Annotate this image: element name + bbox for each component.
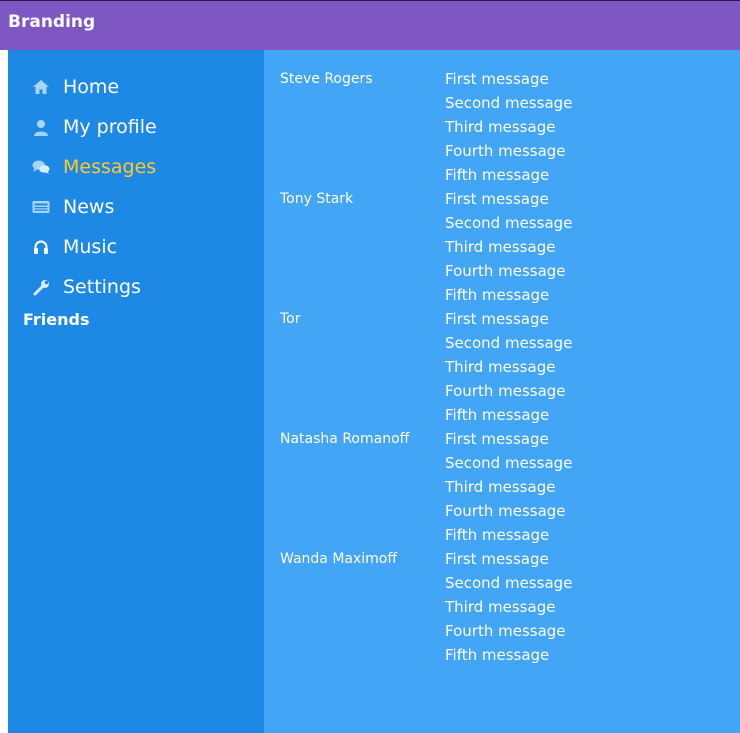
message-item: Third message bbox=[445, 238, 556, 256]
dialog-item[interactable]: Wanda Maximoff bbox=[280, 547, 440, 667]
message-item: Fourth message bbox=[445, 262, 566, 280]
message-item: Second message bbox=[445, 454, 573, 472]
message-item: Second message bbox=[445, 334, 573, 352]
message-item: Fourth message bbox=[445, 502, 566, 520]
message-item: First message bbox=[445, 70, 549, 88]
dialog-item[interactable]: Natasha Romanoff bbox=[280, 427, 440, 547]
message-item: Third message bbox=[445, 358, 556, 376]
brand-title: Branding bbox=[8, 12, 96, 32]
newspaper-icon bbox=[32, 198, 50, 216]
message-item: Fifth message bbox=[445, 526, 550, 544]
message-item: Fourth message bbox=[445, 142, 566, 160]
headphones-icon bbox=[32, 238, 50, 256]
dialog-item[interactable]: Tor bbox=[280, 307, 440, 427]
message-item: Fifth message bbox=[445, 286, 550, 304]
dialogs-list: Steve Rogers Tony Stark Tor Natasha Roma… bbox=[280, 67, 440, 667]
sidebar-item-news[interactable]: News bbox=[8, 187, 264, 227]
dialog-item[interactable]: Steve Rogers bbox=[280, 67, 440, 187]
main-content: Steve Rogers Tony Stark Tor Natasha Roma… bbox=[264, 50, 740, 733]
message-item: Second message bbox=[445, 214, 573, 232]
sidebar-item-my-profile[interactable]: My profile bbox=[8, 107, 264, 147]
sidebar-item-home[interactable]: Home bbox=[8, 67, 264, 107]
sidebar-item-music[interactable]: Music bbox=[8, 227, 264, 267]
sidebar: Home My profile Messages News Music Sett… bbox=[8, 50, 264, 733]
message-item: Second message bbox=[445, 574, 573, 592]
sidebar-item-messages[interactable]: Messages bbox=[8, 147, 264, 187]
messages-list: First message Second message Third messa… bbox=[445, 67, 572, 667]
chat-icon bbox=[32, 158, 50, 176]
message-item: Second message bbox=[445, 94, 573, 112]
message-item: First message bbox=[445, 550, 549, 568]
message-item: Fifth message bbox=[445, 166, 550, 184]
app-root: Branding Home My profile Messages News M… bbox=[0, 0, 740, 733]
message-item: Fourth message bbox=[445, 382, 566, 400]
message-item: Third message bbox=[445, 118, 556, 136]
dialog-item[interactable]: Tony Stark bbox=[280, 187, 440, 307]
sidebar-item-label: My profile bbox=[63, 116, 157, 138]
message-item: Fourth message bbox=[445, 622, 566, 640]
sidebar-item-label: News bbox=[63, 196, 115, 218]
message-item: First message bbox=[445, 310, 549, 328]
message-item: Third message bbox=[445, 478, 556, 496]
friends-heading: Friends bbox=[23, 310, 90, 329]
home-icon bbox=[32, 78, 50, 96]
sidebar-item-label: Messages bbox=[63, 156, 157, 178]
message-item: Fifth message bbox=[445, 406, 550, 424]
sidebar-nav: Home My profile Messages News Music Sett… bbox=[8, 67, 264, 307]
wrench-icon bbox=[32, 278, 50, 296]
user-icon bbox=[32, 118, 50, 136]
header: Branding bbox=[0, 0, 740, 50]
sidebar-item-label: Home bbox=[63, 76, 120, 98]
message-item: Fifth message bbox=[445, 646, 550, 664]
message-item: First message bbox=[445, 430, 549, 448]
message-item: First message bbox=[445, 190, 549, 208]
sidebar-item-label: Settings bbox=[63, 276, 141, 298]
sidebar-item-label: Music bbox=[63, 236, 118, 258]
sidebar-item-settings[interactable]: Settings bbox=[8, 267, 264, 307]
message-item: Third message bbox=[445, 598, 556, 616]
